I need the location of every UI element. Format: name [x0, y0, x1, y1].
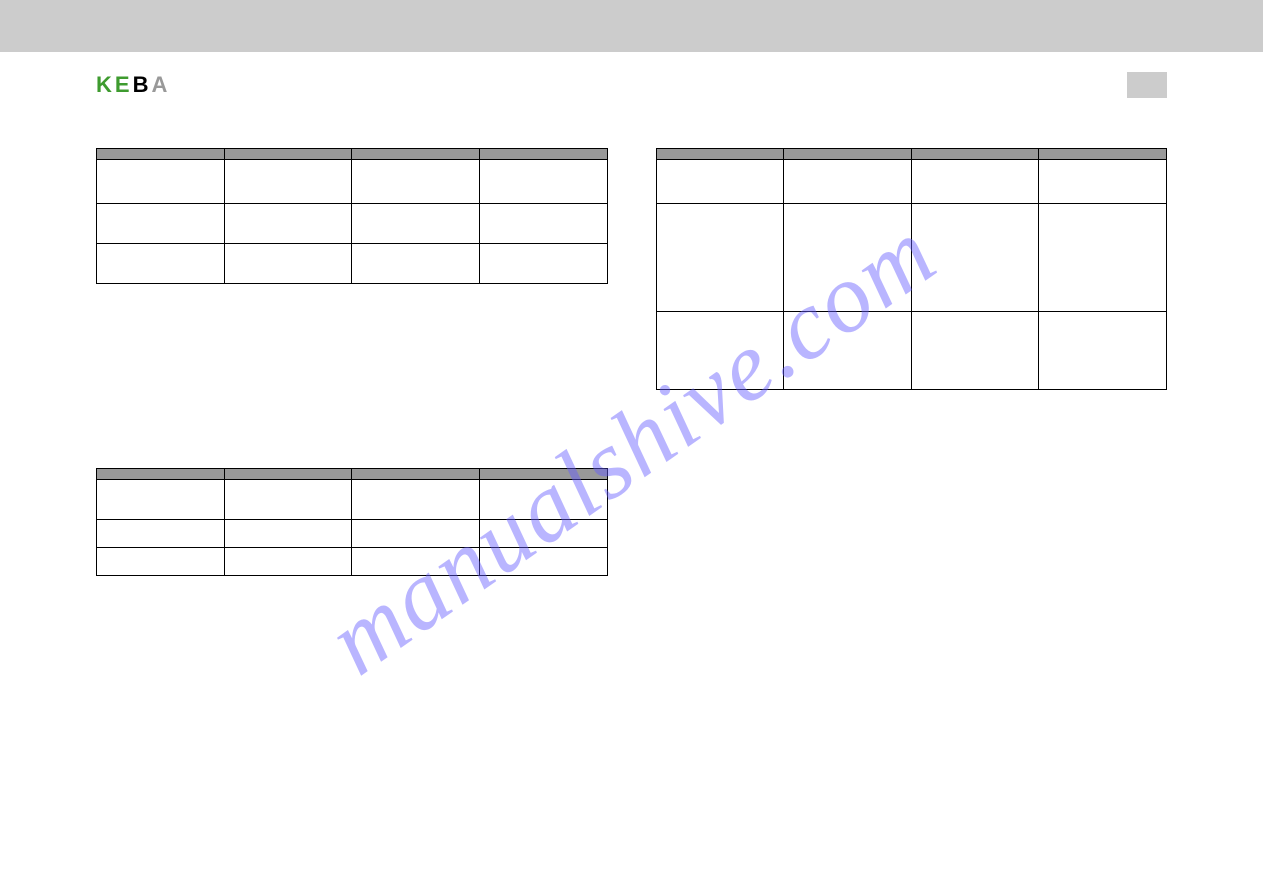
left-column [96, 134, 608, 576]
table-cell [479, 548, 607, 576]
header-right [1127, 72, 1167, 98]
table-cell [479, 204, 607, 244]
table-cell [784, 204, 912, 312]
table-row [656, 160, 1167, 204]
table-cell [911, 312, 1039, 390]
table-row [97, 160, 608, 204]
right-column [656, 134, 1168, 576]
table-b [96, 468, 608, 576]
table-cell [911, 204, 1039, 312]
table-cell [224, 244, 352, 284]
table-cell [97, 480, 225, 520]
page-header: KEBA [0, 52, 1263, 98]
table-row [97, 520, 608, 548]
table-cell [97, 548, 225, 576]
page-content [0, 98, 1263, 576]
table-header-cell [479, 149, 607, 160]
table-cell [479, 160, 607, 204]
table-header-row [97, 469, 608, 480]
table-header-cell [352, 149, 480, 160]
table-cell [352, 480, 480, 520]
table-header-cell [224, 469, 352, 480]
table-cell [224, 548, 352, 576]
table-cell [656, 312, 784, 390]
table-cell [656, 204, 784, 312]
table-header-cell [784, 149, 912, 160]
table-cell [784, 160, 912, 204]
table-header-cell [224, 149, 352, 160]
table-cell [656, 160, 784, 204]
table-header-cell [911, 149, 1039, 160]
top-bar [0, 0, 1263, 52]
table-cell [224, 160, 352, 204]
table-cell [479, 244, 607, 284]
table-cell [224, 520, 352, 548]
logo-letter-b: B [133, 72, 152, 97]
table-cell [352, 204, 480, 244]
table-cell [784, 312, 912, 390]
table-row [97, 480, 608, 520]
table-cell [97, 160, 225, 204]
table-row [656, 204, 1167, 312]
table-cell [352, 160, 480, 204]
table-cell [352, 244, 480, 284]
table-cell [97, 244, 225, 284]
table-cell [479, 480, 607, 520]
table-cell [911, 160, 1039, 204]
table-cell [224, 480, 352, 520]
table-header-row [97, 149, 608, 160]
table-cell [352, 520, 480, 548]
table-header-cell [352, 469, 480, 480]
table-cell [479, 520, 607, 548]
table-cell [97, 204, 225, 244]
table-cell [1039, 312, 1167, 390]
logo-letter-e: E [115, 72, 133, 97]
logo-text: KEBA [96, 72, 170, 98]
brand-logo: KEBA [96, 72, 170, 98]
table-row [97, 548, 608, 576]
logo-letter-k: K [96, 72, 115, 97]
table-a [96, 148, 608, 284]
table-header-cell [97, 149, 225, 160]
table-row [97, 244, 608, 284]
table-header-row [656, 149, 1167, 160]
table-cell [97, 520, 225, 548]
table-header-cell [1039, 149, 1167, 160]
table-row [97, 204, 608, 244]
table-header-cell [97, 469, 225, 480]
table-cell [224, 204, 352, 244]
header-right-box [1127, 72, 1167, 98]
table-c [656, 148, 1168, 390]
table-header-cell [656, 149, 784, 160]
table-cell [1039, 204, 1167, 312]
table-header-cell [479, 469, 607, 480]
logo-letter-a: A [151, 72, 170, 97]
table-cell [1039, 160, 1167, 204]
table-cell [352, 548, 480, 576]
table-row [656, 312, 1167, 390]
